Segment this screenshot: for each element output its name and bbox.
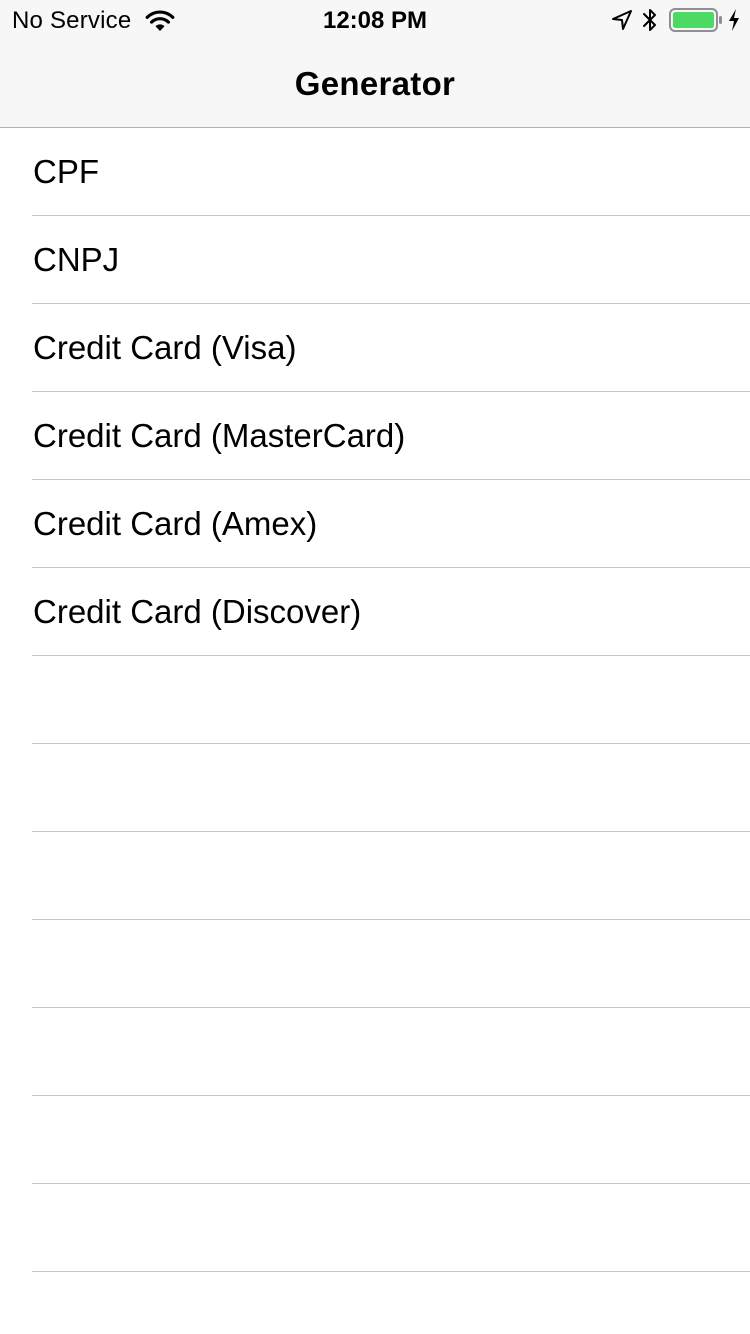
status-time: 12:08 PM [322, 7, 428, 34]
list-item-label: CNPJ [33, 241, 120, 278]
charging-icon [729, 9, 739, 31]
empty-row [0, 1184, 750, 1272]
empty-row [0, 744, 750, 832]
list-item-label: Credit Card (Discover) [33, 593, 362, 630]
empty-row [0, 1008, 750, 1096]
list-item[interactable]: Credit Card (Visa) [0, 304, 750, 392]
empty-row [0, 656, 750, 744]
empty-row [0, 832, 750, 920]
empty-row [0, 920, 750, 1008]
nav-title: Generator [294, 65, 456, 102]
list-item-label: Credit Card (Amex) [33, 505, 318, 542]
list-item[interactable]: Credit Card (Amex) [0, 480, 750, 568]
list-item[interactable]: Credit Card (MasterCard) [0, 392, 750, 480]
status-bar: No Service 12:08 PM [0, 0, 750, 40]
list-item-label: Credit Card (Visa) [33, 329, 297, 366]
list-item-label: Credit Card (MasterCard) [33, 417, 406, 454]
generator-screen: No Service 12:08 PM Generator CPF CNPJ C… [0, 0, 750, 1334]
generator-list: CPF CNPJ Credit Card (Visa) Credit Card (Ma… [0, 128, 750, 1272]
battery-icon [669, 8, 722, 32]
list-item[interactable]: Credit Card (Discover) [0, 568, 750, 656]
location-icon [612, 10, 632, 30]
bluetooth-icon [643, 9, 656, 31]
top-bar: No Service 12:08 PM Generator [0, 0, 750, 128]
list-item[interactable]: CPF [0, 128, 750, 216]
list-item[interactable]: CNPJ [0, 216, 750, 304]
list-item-label: CPF [33, 153, 99, 190]
empty-row [0, 1096, 750, 1184]
